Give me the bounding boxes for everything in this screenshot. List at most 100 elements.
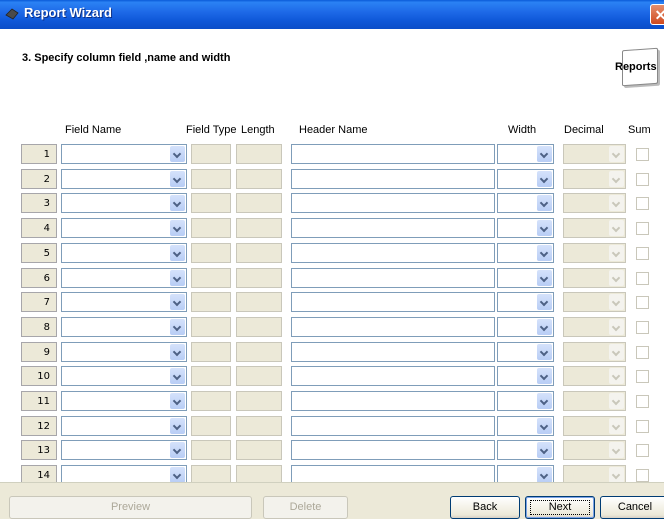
sum-checkbox[interactable]	[636, 296, 649, 310]
header-name-input[interactable]	[291, 391, 495, 411]
close-button[interactable]: ✕	[650, 4, 664, 25]
next-button[interactable]: Next	[525, 496, 595, 519]
field-name-select[interactable]	[61, 292, 187, 313]
header-name-input[interactable]	[291, 242, 495, 263]
chevron-down-icon[interactable]	[537, 318, 552, 335]
chevron-down-icon[interactable]	[170, 244, 185, 261]
field-name-select[interactable]	[61, 267, 187, 288]
width-select[interactable]	[497, 440, 554, 461]
chevron-down-icon[interactable]	[170, 393, 185, 409]
chevron-down-icon[interactable]	[537, 442, 552, 459]
chevron-down-icon[interactable]	[537, 269, 552, 286]
field-name-select[interactable]	[61, 415, 187, 436]
cancel-button[interactable]: Cancel	[600, 496, 664, 519]
header-name-input[interactable]	[291, 218, 495, 239]
width-select[interactable]	[497, 292, 554, 313]
header-name-input[interactable]	[291, 267, 495, 288]
header-name-input[interactable]	[291, 415, 495, 436]
back-button[interactable]: Back	[450, 496, 520, 519]
chevron-down-icon[interactable]	[170, 146, 185, 162]
decimal-select	[563, 366, 626, 387]
chevron-down-icon[interactable]	[537, 244, 552, 261]
chevron-down-icon[interactable]	[537, 195, 552, 212]
width-select[interactable]	[497, 168, 554, 189]
width-select[interactable]	[497, 144, 554, 164]
sum-checkbox[interactable]	[636, 419, 649, 433]
sum-checkbox[interactable]	[636, 246, 649, 260]
width-select[interactable]	[497, 242, 554, 263]
chevron-down-icon[interactable]	[170, 467, 185, 484]
field-name-select[interactable]	[61, 193, 187, 214]
chevron-down-icon[interactable]	[537, 467, 552, 484]
decimal-select	[563, 144, 626, 164]
chevron-down-icon[interactable]	[537, 417, 552, 434]
chevron-down-icon[interactable]	[537, 170, 552, 187]
chevron-down-icon[interactable]	[537, 343, 552, 360]
chevron-down-icon[interactable]	[170, 195, 185, 212]
header-name-input[interactable]	[291, 316, 495, 337]
width-select[interactable]	[497, 366, 554, 387]
width-select[interactable]	[497, 341, 554, 362]
sum-checkbox[interactable]	[636, 172, 649, 186]
chevron-down-icon[interactable]	[170, 170, 185, 187]
header-name-input[interactable]	[291, 168, 495, 189]
field-name-select[interactable]	[61, 440, 187, 461]
decimal-select	[563, 292, 626, 313]
width-select[interactable]	[497, 316, 554, 337]
sum-checkbox[interactable]	[636, 444, 649, 458]
header-length: Length	[241, 124, 275, 136]
field-name-select[interactable]	[61, 316, 187, 337]
decimal-select	[563, 341, 626, 362]
width-select[interactable]	[497, 415, 554, 436]
field-type-cell	[191, 366, 231, 387]
header-name-input[interactable]	[291, 144, 495, 164]
field-name-select[interactable]	[61, 144, 187, 164]
chevron-down-icon[interactable]	[537, 393, 552, 409]
width-select[interactable]	[497, 267, 554, 288]
header-name-input[interactable]	[291, 193, 495, 214]
chevron-down-icon[interactable]	[170, 368, 185, 385]
delete-button[interactable]: Delete	[263, 496, 348, 519]
preview-button[interactable]: Preview	[9, 496, 252, 519]
sum-checkbox[interactable]	[636, 320, 649, 334]
sum-checkbox[interactable]	[636, 271, 649, 285]
chevron-down-icon[interactable]	[537, 220, 552, 237]
sum-checkbox[interactable]	[636, 222, 649, 236]
sum-checkbox[interactable]	[636, 469, 649, 483]
sum-checkbox[interactable]	[636, 197, 649, 211]
chevron-down-icon[interactable]	[170, 343, 185, 360]
sum-checkbox[interactable]	[636, 370, 649, 384]
width-select[interactable]	[497, 218, 554, 239]
field-name-select[interactable]	[61, 168, 187, 189]
back-button-label: Back	[472, 501, 498, 513]
field-name-select[interactable]	[61, 218, 187, 239]
row-number: 4	[21, 218, 57, 239]
sum-checkbox[interactable]	[636, 345, 649, 359]
decimal-select	[563, 242, 626, 263]
chevron-down-icon[interactable]	[170, 220, 185, 237]
length-cell	[236, 316, 282, 337]
sum-checkbox[interactable]	[636, 148, 649, 161]
chevron-down-icon[interactable]	[170, 417, 185, 434]
field-name-select[interactable]	[61, 242, 187, 263]
field-name-select[interactable]	[61, 341, 187, 362]
field-type-cell	[191, 316, 231, 337]
chevron-down-icon[interactable]	[170, 442, 185, 459]
chevron-down-icon[interactable]	[537, 368, 552, 385]
header-name-input[interactable]	[291, 292, 495, 313]
header-name-input[interactable]	[291, 366, 495, 387]
field-name-select[interactable]	[61, 366, 187, 387]
chevron-down-icon[interactable]	[537, 294, 552, 311]
width-select[interactable]	[497, 391, 554, 411]
field-name-select[interactable]	[61, 391, 187, 411]
chevron-down-icon[interactable]	[170, 318, 185, 335]
chevron-down-icon[interactable]	[537, 146, 552, 162]
chevron-down-icon	[609, 220, 624, 237]
chevron-down-icon[interactable]	[170, 269, 185, 286]
header-name-input[interactable]	[291, 440, 495, 461]
sum-checkbox[interactable]	[636, 395, 649, 408]
width-select[interactable]	[497, 193, 554, 214]
chevron-down-icon[interactable]	[170, 294, 185, 311]
header-name-input[interactable]	[291, 341, 495, 362]
row-number: 13	[21, 440, 57, 461]
